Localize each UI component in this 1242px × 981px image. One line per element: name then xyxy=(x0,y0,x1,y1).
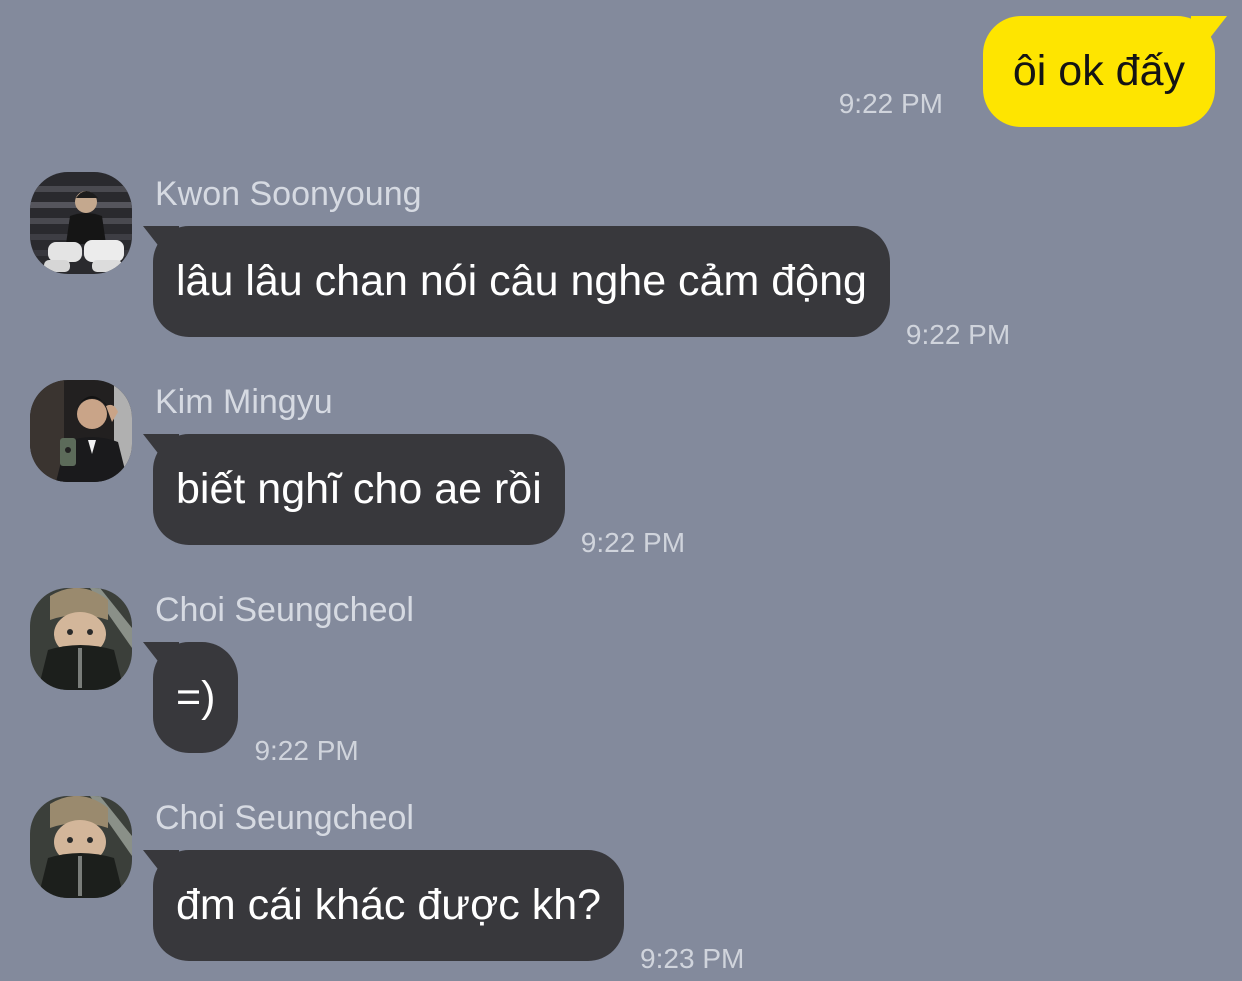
sender-name[interactable]: Choi Seungcheol xyxy=(155,798,414,838)
person-photo-icon xyxy=(30,588,132,690)
message-bubble[interactable]: =) xyxy=(153,642,239,753)
person-photo-icon xyxy=(30,380,132,482)
avatar[interactable] xyxy=(30,380,132,482)
outgoing-message-bubble[interactable]: ôi ok đấy xyxy=(982,16,1215,127)
avatar[interactable] xyxy=(30,172,132,274)
message-row: lâu lâu chan nói câu nghe cảm động 9:22 … xyxy=(153,226,1010,350)
message-time: 9:22 PM xyxy=(905,319,1011,350)
avatar[interactable] xyxy=(30,588,132,690)
message-time: 9:23 PM xyxy=(640,943,745,974)
sender-name[interactable]: Kim Mingyu xyxy=(155,382,333,422)
message-bubble[interactable]: đm cái khác được kh? xyxy=(153,850,625,961)
person-photo-icon xyxy=(30,796,132,898)
message-row: đm cái khác được kh? 9:23 PM xyxy=(153,850,744,974)
message-bubble[interactable]: biết nghĩ cho ae rồi xyxy=(153,434,565,545)
message-row: =) 9:22 PM xyxy=(153,642,359,766)
message-time: 9:22 PM xyxy=(580,527,686,558)
outgoing-message-time: 9:22 PM xyxy=(838,88,943,119)
sender-name[interactable]: Kwon Soonyoung xyxy=(155,174,422,214)
sender-name[interactable]: Choi Seungcheol xyxy=(155,590,414,630)
avatar[interactable] xyxy=(30,796,132,898)
person-photo-icon xyxy=(30,172,132,274)
message-row: biết nghĩ cho ae rồi 9:22 PM xyxy=(153,434,685,558)
chat-area[interactable]: ôi ok đấy 9:22 PM Kwon Soonyoung lâu lâu… xyxy=(0,0,1242,981)
message-time: 9:22 PM xyxy=(254,735,359,766)
message-bubble[interactable]: lâu lâu chan nói câu nghe cảm động xyxy=(153,226,890,337)
